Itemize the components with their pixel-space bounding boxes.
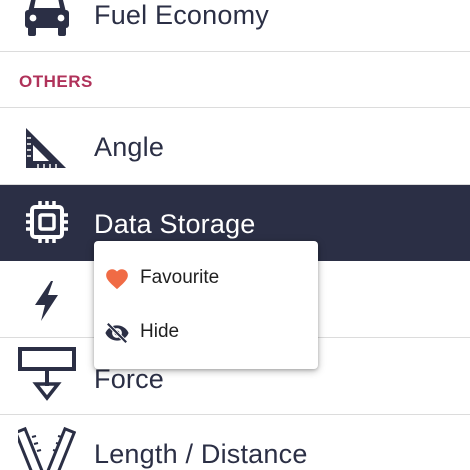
list-item-label: Data Storage <box>94 209 256 239</box>
set-square-icon <box>18 118 76 176</box>
item-context-menu: Favourite Hide <box>94 241 318 369</box>
list-item-label: Length / Distance <box>94 439 308 469</box>
heart-icon <box>104 266 130 292</box>
ruler-icon <box>18 425 76 470</box>
menu-item-label: Hide <box>140 321 180 342</box>
converter-category-list: Fuel Economy OTHERS Angle Data Storage F… <box>0 0 470 470</box>
list-item-length-distance[interactable]: Length / Distance <box>0 415 470 470</box>
section-title: OTHERS <box>19 72 93 91</box>
force-arrow-icon <box>18 346 76 404</box>
menu-item-hide[interactable]: Hide <box>94 307 318 359</box>
list-item-label: Angle <box>94 132 165 162</box>
list-item-fuel-economy[interactable]: Fuel Economy <box>0 0 470 52</box>
lightning-bolt-icon <box>18 271 76 329</box>
menu-item-label: Favourite <box>140 267 220 288</box>
section-header-others: OTHERS <box>0 52 470 108</box>
menu-item-favourite[interactable]: Favourite <box>94 253 318 305</box>
list-item-label: Fuel Economy <box>94 0 269 30</box>
chip-icon <box>18 193 76 251</box>
list-item-angle[interactable]: Angle <box>0 108 470 185</box>
car-icon <box>18 0 76 40</box>
eye-off-icon <box>104 320 130 346</box>
